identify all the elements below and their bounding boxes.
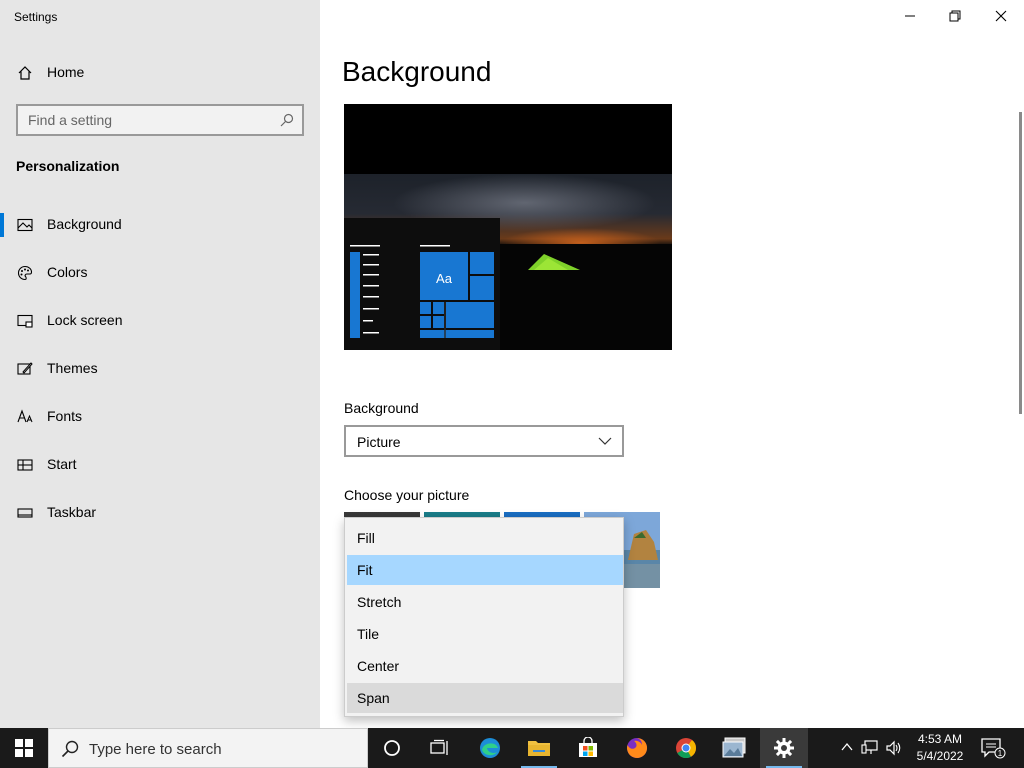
background-dropdown[interactable]: Picture [344, 425, 624, 457]
edge-icon [480, 738, 500, 758]
fit-option-fit[interactable]: Fit [347, 555, 623, 585]
settings-icon [774, 738, 794, 758]
page-title: Background [342, 56, 492, 87]
windows-logo-icon [15, 739, 33, 757]
home-label: Home [47, 64, 85, 80]
photos-button[interactable] [711, 728, 759, 768]
network-icon[interactable] [861, 739, 879, 757]
lock-screen-icon [17, 314, 33, 328]
sidebar-item-lock-screen[interactable]: Lock screen [0, 301, 320, 341]
file-explorer-button[interactable] [515, 728, 563, 768]
search-icon[interactable] [280, 113, 294, 127]
sidebar-item-fonts[interactable]: Fonts [0, 397, 320, 437]
choose-picture-label: Choose your picture [344, 487, 470, 503]
close-button[interactable] [978, 0, 1024, 32]
fit-option-fill[interactable]: Fill [347, 523, 623, 553]
wallpaper-preview-image: Aa [344, 174, 672, 350]
active-indicator [0, 213, 4, 237]
sidebar-item-label: Taskbar [47, 504, 97, 520]
restore-icon [949, 10, 961, 22]
picture-icon [17, 218, 33, 232]
sidebar-item-start[interactable]: Start [0, 445, 320, 485]
choose-fit-menu: Fill Fit Stretch Tile Center Span [344, 517, 624, 717]
fit-option-tile[interactable]: Tile [347, 619, 623, 649]
firefox-button[interactable] [613, 728, 661, 768]
notification-icon: 1 [981, 738, 1006, 759]
fonts-icon [17, 409, 33, 423]
system-tray [835, 728, 915, 768]
section-title: Personalization [16, 158, 120, 174]
sidebar-item-themes[interactable]: Themes [0, 349, 320, 389]
chrome-button[interactable] [662, 728, 710, 768]
start-icon [17, 459, 33, 471]
clock-date: 5/4/2022 [916, 749, 964, 763]
home-nav[interactable]: Home [0, 53, 320, 93]
file-explorer-icon [528, 741, 550, 756]
cortana-button[interactable] [368, 728, 416, 768]
fit-option-center[interactable]: Center [347, 651, 623, 681]
fit-option-span[interactable]: Span [347, 683, 623, 713]
sidebar: Settings Home Personalization Background… [0, 0, 320, 728]
action-center-button[interactable]: 1 [980, 736, 1006, 763]
sidebar-item-colors[interactable]: Colors [0, 253, 320, 293]
sidebar-item-label: Lock screen [47, 312, 123, 328]
photos-icon [722, 737, 746, 758]
sidebar-item-label: Fonts [47, 408, 83, 424]
minimize-icon [905, 15, 915, 17]
store-icon [579, 737, 597, 757]
start-button[interactable] [0, 728, 48, 768]
home-icon [18, 66, 32, 80]
sidebar-item-label: Background [47, 216, 122, 232]
fit-option-stretch[interactable]: Stretch [347, 587, 623, 617]
notification-count: 1 [998, 749, 1003, 758]
desktop-preview: Aa [344, 104, 672, 350]
taskbar-icon [17, 508, 33, 518]
restore-button[interactable] [932, 0, 978, 32]
preview-tile-text: Aa [436, 271, 453, 286]
taskbar-clock[interactable]: 4:53 AM 5/4/2022 [912, 731, 968, 765]
task-view-icon [430, 739, 448, 755]
clock-time: 4:53 AM [917, 732, 963, 746]
scrollbar[interactable] [1019, 112, 1022, 414]
volume-icon[interactable] [885, 739, 903, 757]
sidebar-item-label: Colors [47, 264, 88, 280]
close-icon [995, 10, 1007, 22]
find-setting-search[interactable] [16, 104, 304, 136]
firefox-icon [627, 737, 648, 758]
palette-icon [17, 265, 33, 281]
cortana-icon [384, 740, 400, 756]
taskbar: Type here to search 4:53 AM 5/4/2022 1 [0, 728, 1024, 768]
settings-app-button[interactable] [760, 728, 808, 768]
chevron-down-icon [598, 437, 612, 445]
taskbar-search[interactable]: Type here to search [48, 728, 368, 768]
themes-icon [17, 362, 33, 375]
taskbar-search-text: Type here to search [89, 741, 222, 758]
edge-button[interactable] [466, 728, 514, 768]
sidebar-item-label: Themes [47, 360, 98, 376]
minimize-button[interactable] [887, 0, 933, 32]
background-dropdown-value: Picture [357, 434, 401, 450]
sidebar-item-taskbar[interactable]: Taskbar [0, 493, 320, 533]
app-title: Settings [14, 10, 58, 24]
sidebar-item-background[interactable]: Background [0, 205, 320, 245]
task-view-button[interactable] [416, 728, 464, 768]
search-icon [61, 740, 79, 758]
chrome-icon [676, 738, 697, 759]
background-label: Background [344, 400, 419, 416]
store-button[interactable] [564, 728, 612, 768]
show-hidden-icons-icon[interactable] [841, 742, 853, 752]
search-input[interactable] [18, 106, 268, 134]
sidebar-item-label: Start [47, 456, 77, 472]
